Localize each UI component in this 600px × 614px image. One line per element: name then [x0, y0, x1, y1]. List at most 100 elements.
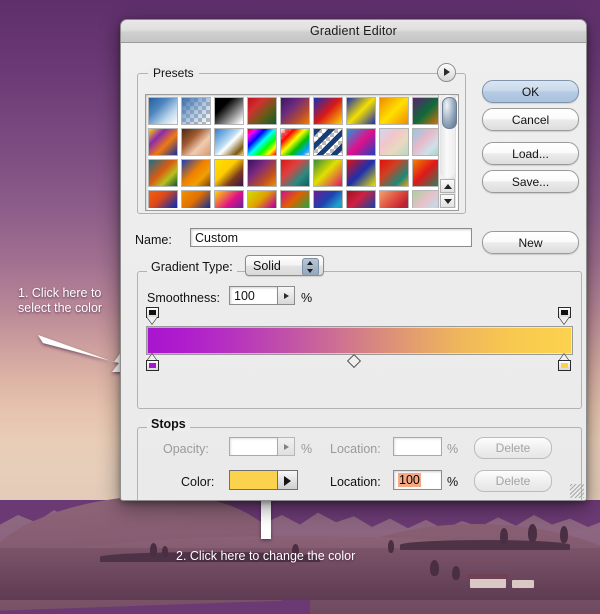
gradient-type-select[interactable]: Solid	[245, 255, 324, 276]
preset-swatch-yellow-violet[interactable]	[214, 159, 244, 187]
color-location-label: Location:	[330, 475, 381, 489]
opacity-stop-right[interactable]	[558, 307, 571, 324]
scrollbar-thumb[interactable]	[442, 97, 457, 129]
smoothness-label: Smoothness:	[147, 291, 220, 305]
preset-swatch-fill	[413, 129, 438, 155]
preset-swatch-orange-navy[interactable]	[181, 190, 211, 208]
preset-swatch-fill	[413, 98, 438, 124]
preset-swatch-fill	[347, 160, 375, 186]
scrollbar-track[interactable]	[440, 95, 455, 178]
smoothness-popup-icon[interactable]	[278, 286, 295, 305]
color-swatch[interactable]	[229, 470, 278, 490]
preset-swatch-fill	[149, 160, 177, 186]
preset-swatch-violet-orange[interactable]	[280, 97, 310, 125]
preset-swatch-violet-blue-green[interactable]	[313, 190, 343, 208]
opacity-stop-left[interactable]	[146, 307, 159, 324]
annotation-step-2: 2. Click here to change the color	[176, 549, 355, 564]
preset-swatch-orange-blue[interactable]	[181, 159, 211, 187]
preset-swatch-fill	[380, 160, 408, 186]
preset-swatch-blue-red-yellow[interactable]	[313, 97, 343, 125]
preset-swatch-fill	[248, 98, 276, 124]
preset-swatch-blue-transparent[interactable]	[181, 97, 211, 125]
delete-color-stop-button[interactable]: Delete	[474, 470, 552, 492]
scrollbar-up-button[interactable]	[440, 179, 455, 193]
color-popup-icon[interactable]	[278, 470, 298, 490]
stepper-up-down-icon[interactable]	[302, 258, 319, 276]
preset-swatch-blue-yellow-blue[interactable]	[346, 97, 376, 125]
opacity-location-input[interactable]	[393, 437, 442, 456]
preset-swatch-fill	[248, 160, 276, 186]
preset-swatch-yellow-magenta-blue[interactable]	[214, 190, 244, 208]
preset-swatch-fill	[347, 129, 375, 155]
preset-swatch-blue-stripes[interactable]	[313, 128, 343, 156]
preset-swatch-red-green[interactable]	[247, 97, 277, 125]
smoothness-unit: %	[301, 291, 312, 305]
preset-swatch-pastel-blue-pink[interactable]	[412, 128, 438, 156]
preset-swatch-transparent-rainbow[interactable]	[280, 128, 310, 156]
smoothness-input[interactable]: 100	[229, 286, 278, 305]
gradient-editor-dialog: Gradient Editor Presets OK Cancel Load..…	[120, 19, 587, 501]
preset-swatch-fill	[215, 129, 243, 155]
load-button[interactable]: Load...	[482, 142, 579, 165]
tree-1	[150, 543, 157, 557]
tree-5	[500, 528, 508, 544]
preset-swatch-pastel-pink-green[interactable]	[379, 128, 409, 156]
preset-swatch-yellow-violet-orange-blue[interactable]	[148, 128, 178, 156]
presets-disclosure-icon[interactable]	[437, 63, 456, 82]
preset-swatch-fill	[182, 160, 210, 186]
barn	[512, 580, 534, 588]
opacity-popup-icon[interactable]	[278, 437, 295, 456]
preset-swatch-blue-magenta-blue[interactable]	[346, 128, 376, 156]
ok-button[interactable]: OK	[482, 80, 579, 103]
presets-scrollbar[interactable]	[438, 95, 456, 208]
color-stop-right[interactable]	[558, 354, 571, 371]
opacity-input[interactable]	[229, 437, 278, 456]
opacity-unit: %	[301, 442, 312, 456]
preset-swatch-orange-yellow-orange[interactable]	[379, 97, 409, 125]
preset-swatch-fill	[215, 191, 243, 208]
resize-grip-icon[interactable]	[570, 484, 584, 498]
preset-swatch-violet-green-orange[interactable]	[412, 97, 438, 125]
save-button[interactable]: Save...	[482, 170, 579, 193]
dialog-titlebar[interactable]: Gradient Editor	[121, 20, 586, 43]
tree-9	[452, 566, 460, 580]
presets-swatch-grid[interactable]	[146, 95, 438, 208]
annotation-step-1: 1. Click here to select the color	[18, 286, 118, 316]
preset-swatch-orange-red-teal[interactable]	[412, 159, 438, 187]
cancel-button[interactable]: Cancel	[482, 108, 579, 131]
tree-4	[388, 540, 394, 553]
preset-swatch-magenta-green[interactable]	[280, 190, 310, 208]
preset-swatch-blue-white[interactable]	[148, 97, 178, 125]
opacity-stop-tip	[559, 317, 569, 324]
preset-swatch-red-teal-orange[interactable]	[379, 159, 409, 187]
preset-swatch-peach-red-blue[interactable]	[379, 190, 409, 208]
delete-opacity-stop-button[interactable]: Delete	[474, 437, 552, 459]
gradient-type-label: Gradient Type:	[147, 260, 237, 274]
gradient-preview-strip[interactable]	[146, 326, 573, 355]
preset-swatch-spectrum[interactable]	[247, 128, 277, 156]
preset-swatch-fill	[380, 191, 408, 208]
scrollbar-down-button[interactable]	[440, 194, 455, 208]
preset-swatch-pastel-green-pink[interactable]	[412, 190, 438, 208]
preset-swatch-green-yellow-magenta[interactable]	[313, 159, 343, 187]
triangle-up-icon	[307, 261, 313, 265]
preset-swatch-copper[interactable]	[181, 128, 211, 156]
farmhouse	[470, 578, 506, 588]
preset-swatch-crimson-blue[interactable]	[346, 190, 376, 208]
preset-swatch-yellowgreen-magenta[interactable]	[247, 190, 277, 208]
preset-swatch-teal-orange-green[interactable]	[148, 159, 178, 187]
preset-swatch-fill	[281, 129, 309, 155]
preset-swatch-chrome[interactable]	[214, 128, 244, 156]
preset-swatch-black-white[interactable]	[214, 97, 244, 125]
preset-swatch-red-teal[interactable]	[280, 159, 310, 187]
name-input[interactable]: Custom	[190, 228, 472, 247]
new-button[interactable]: New	[482, 231, 579, 254]
color-label: Color:	[181, 475, 214, 489]
color-stop-left[interactable]	[146, 354, 159, 371]
preset-swatch-red-blue-yellow[interactable]	[346, 159, 376, 187]
preset-swatch-purple-orange[interactable]	[247, 159, 277, 187]
preset-swatch-fill	[281, 98, 309, 124]
color-location-input[interactable]: 100	[393, 470, 442, 490]
name-label: Name:	[135, 233, 172, 247]
preset-swatch-orange-blue-2[interactable]	[148, 190, 178, 208]
